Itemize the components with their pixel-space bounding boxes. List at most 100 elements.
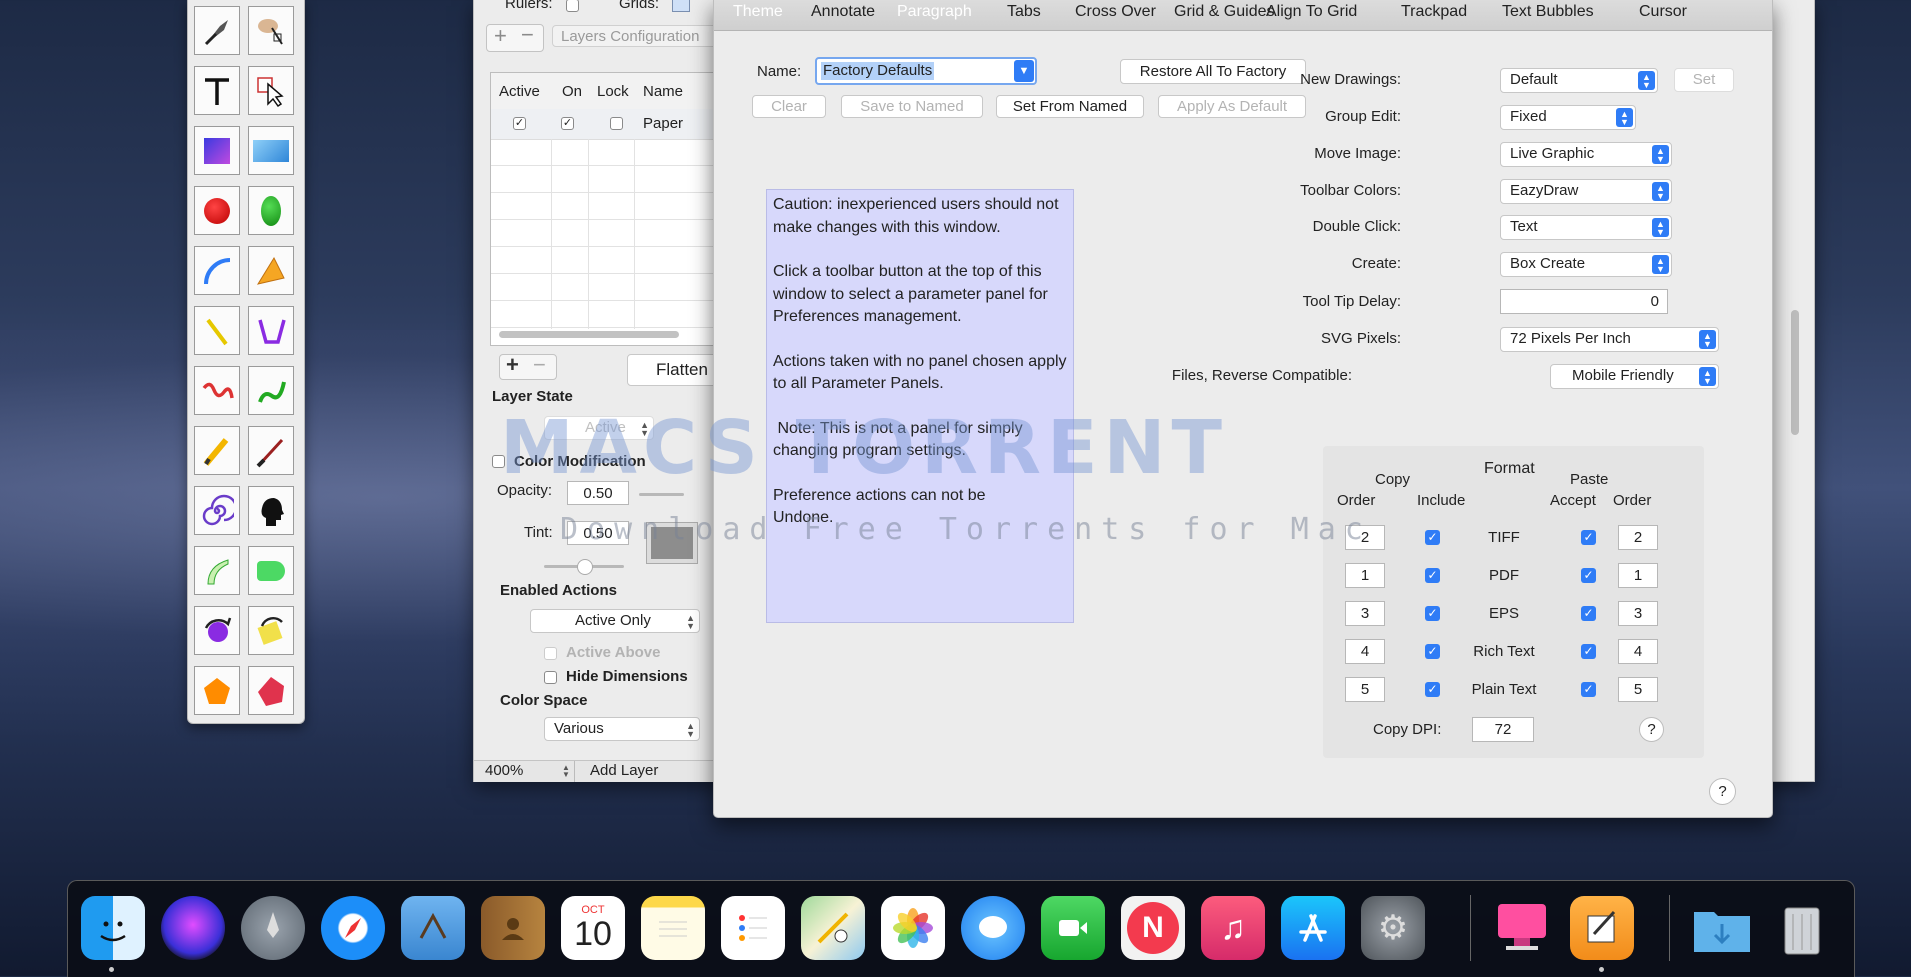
- quarter-shape-tool-icon[interactable]: [194, 546, 240, 595]
- opacity-slider[interactable]: [639, 493, 684, 496]
- active-above-checkbox[interactable]: [544, 647, 557, 660]
- tab-cursor[interactable]: Cursor: [1639, 3, 1687, 21]
- siri-icon[interactable]: [161, 896, 225, 960]
- zoom-stepper-icon[interactable]: ▲ ▼: [562, 764, 570, 779]
- column-name[interactable]: Name: [643, 83, 683, 100]
- column-lock[interactable]: Lock: [597, 83, 629, 100]
- tab-align-to-grid[interactable]: Align To Grid: [1266, 3, 1357, 21]
- selection-arrow-tool-icon[interactable]: [248, 66, 294, 115]
- facetime-icon[interactable]: [1041, 896, 1105, 960]
- contacts-icon[interactable]: [481, 896, 545, 960]
- square-tool-icon[interactable]: [194, 126, 240, 175]
- oval-tool-icon[interactable]: [248, 186, 294, 235]
- tab-text-bubbles[interactable]: Text Bubbles: [1502, 3, 1594, 21]
- rectangle-tool-icon[interactable]: [248, 126, 294, 175]
- silhouette-tool-icon[interactable]: [248, 486, 294, 535]
- scalpel-tool-icon[interactable]: [194, 6, 240, 55]
- column-active[interactable]: Active: [499, 83, 540, 100]
- mail-icon[interactable]: [401, 896, 465, 960]
- paste-accept-checkbox[interactable]: ✓: [1581, 682, 1596, 697]
- messages-icon[interactable]: [961, 896, 1025, 960]
- rounded-rect-tool-icon[interactable]: [248, 546, 294, 595]
- format-help-button[interactable]: ?: [1639, 717, 1664, 742]
- chevron-down-icon[interactable]: ▼: [1014, 60, 1034, 82]
- tab-annotate[interactable]: Annotate: [811, 3, 875, 21]
- table-horizontal-scrollbar[interactable]: [499, 331, 679, 338]
- eazydraw-icon[interactable]: [1570, 896, 1634, 960]
- layer-on-checkbox[interactable]: ✓: [561, 117, 574, 130]
- grid-style-icon[interactable]: [672, 0, 690, 12]
- double-click-popup[interactable]: Text ▲ ▼: [1500, 215, 1672, 240]
- copy-order-field[interactable]: 3: [1345, 601, 1385, 626]
- text-tool-icon[interactable]: [194, 66, 240, 115]
- line-tool-icon[interactable]: [194, 306, 240, 355]
- move-image-popup[interactable]: Live Graphic ▲ ▼: [1500, 142, 1672, 167]
- group-edit-popup[interactable]: Fixed ▲ ▼: [1500, 105, 1636, 130]
- copy-order-field[interactable]: 1: [1345, 563, 1385, 588]
- notes-icon[interactable]: [641, 896, 705, 960]
- safari-icon[interactable]: [321, 896, 385, 960]
- finder-icon[interactable]: [81, 896, 145, 960]
- preferences-help-button[interactable]: ?: [1709, 778, 1736, 805]
- svg-pixels-popup[interactable]: 72 Pixels Per Inch ▲ ▼: [1500, 327, 1719, 352]
- rotate-tool-icon[interactable]: [194, 606, 240, 655]
- name-value[interactable]: Factory Defaults: [821, 62, 935, 80]
- set-from-named-button[interactable]: Set From Named: [996, 95, 1144, 118]
- flip-tool-icon[interactable]: [248, 606, 294, 655]
- music-icon[interactable]: ♫: [1201, 896, 1265, 960]
- new-drawings-popup[interactable]: Default ▲ ▼: [1500, 68, 1658, 93]
- layer-name[interactable]: Paper: [643, 115, 683, 132]
- tab-cross-over[interactable]: Cross Over: [1075, 3, 1156, 21]
- layer-lock-checkbox[interactable]: [610, 117, 623, 130]
- hide-dimensions-checkbox[interactable]: [544, 671, 557, 684]
- paste-order-field[interactable]: 2: [1618, 525, 1658, 550]
- add-layer-config-button[interactable]: +: [494, 23, 507, 49]
- toolbar-colors-popup[interactable]: EazyDraw ▲ ▼: [1500, 179, 1672, 204]
- layer-active-checkbox[interactable]: ✓: [513, 117, 526, 130]
- remove-layer-config-button[interactable]: −: [521, 22, 534, 48]
- maps-icon[interactable]: [801, 896, 865, 960]
- tab-tabs[interactable]: Tabs: [1007, 3, 1041, 21]
- paste-order-field[interactable]: 3: [1618, 601, 1658, 626]
- layers-configuration-popup[interactable]: Layers Configuration: [552, 25, 722, 47]
- tint-slider-knob[interactable]: [577, 559, 593, 575]
- paste-order-field[interactable]: 4: [1618, 639, 1658, 664]
- enabled-actions-popup[interactable]: Active Only ▲ ▼: [530, 609, 700, 633]
- create-popup[interactable]: Box Create ▲ ▼: [1500, 252, 1672, 277]
- node-edit-tool-icon[interactable]: [248, 6, 294, 55]
- copy-order-field[interactable]: 5: [1345, 677, 1385, 702]
- brush-tool-icon[interactable]: [248, 426, 294, 475]
- tab-trackpad[interactable]: Trackpad: [1401, 3, 1467, 21]
- pencil-tool-icon[interactable]: [194, 426, 240, 475]
- name-combobox[interactable]: Factory Defaults ▼: [815, 57, 1037, 85]
- add-layer-label[interactable]: Add Layer: [590, 762, 658, 779]
- news-icon[interactable]: N: [1121, 896, 1185, 960]
- color-space-popup[interactable]: Various ▲ ▼: [544, 717, 700, 741]
- add-layer-button[interactable]: +: [506, 352, 519, 378]
- remove-layer-button[interactable]: −: [533, 352, 546, 378]
- reminders-icon[interactable]: [721, 896, 785, 960]
- column-on[interactable]: On: [562, 83, 582, 100]
- copy-dpi-field[interactable]: 72: [1472, 717, 1534, 742]
- table-row[interactable]: ✓ ✓ Paper: [491, 109, 721, 140]
- paste-order-field[interactable]: 5: [1618, 677, 1658, 702]
- arc-tool-icon[interactable]: [194, 246, 240, 295]
- pentagon-tool-icon[interactable]: [194, 666, 240, 715]
- copy-order-field[interactable]: 4: [1345, 639, 1385, 664]
- tab-paragraph[interactable]: Paragraph: [897, 3, 972, 21]
- document-vertical-scrollbar[interactable]: [1791, 310, 1799, 435]
- paste-accept-checkbox[interactable]: ✓: [1581, 568, 1596, 583]
- downloads-folder-icon[interactable]: [1690, 896, 1754, 960]
- launchpad-icon[interactable]: [241, 896, 305, 960]
- app-store-icon[interactable]: [1281, 896, 1345, 960]
- paste-order-field[interactable]: 1: [1618, 563, 1658, 588]
- set-button[interactable]: Set: [1674, 68, 1734, 92]
- zoom-level[interactable]: 400%: [485, 762, 523, 779]
- save-to-named-button[interactable]: Save to Named: [841, 95, 983, 118]
- calendar-icon[interactable]: OCT 10: [561, 896, 625, 960]
- system-preferences-icon[interactable]: ⚙: [1361, 896, 1425, 960]
- paste-accept-checkbox[interactable]: ✓: [1581, 606, 1596, 621]
- paste-accept-checkbox[interactable]: ✓: [1581, 644, 1596, 659]
- cleanmymac-icon[interactable]: [1490, 896, 1554, 960]
- freehand-tool-icon[interactable]: [194, 366, 240, 415]
